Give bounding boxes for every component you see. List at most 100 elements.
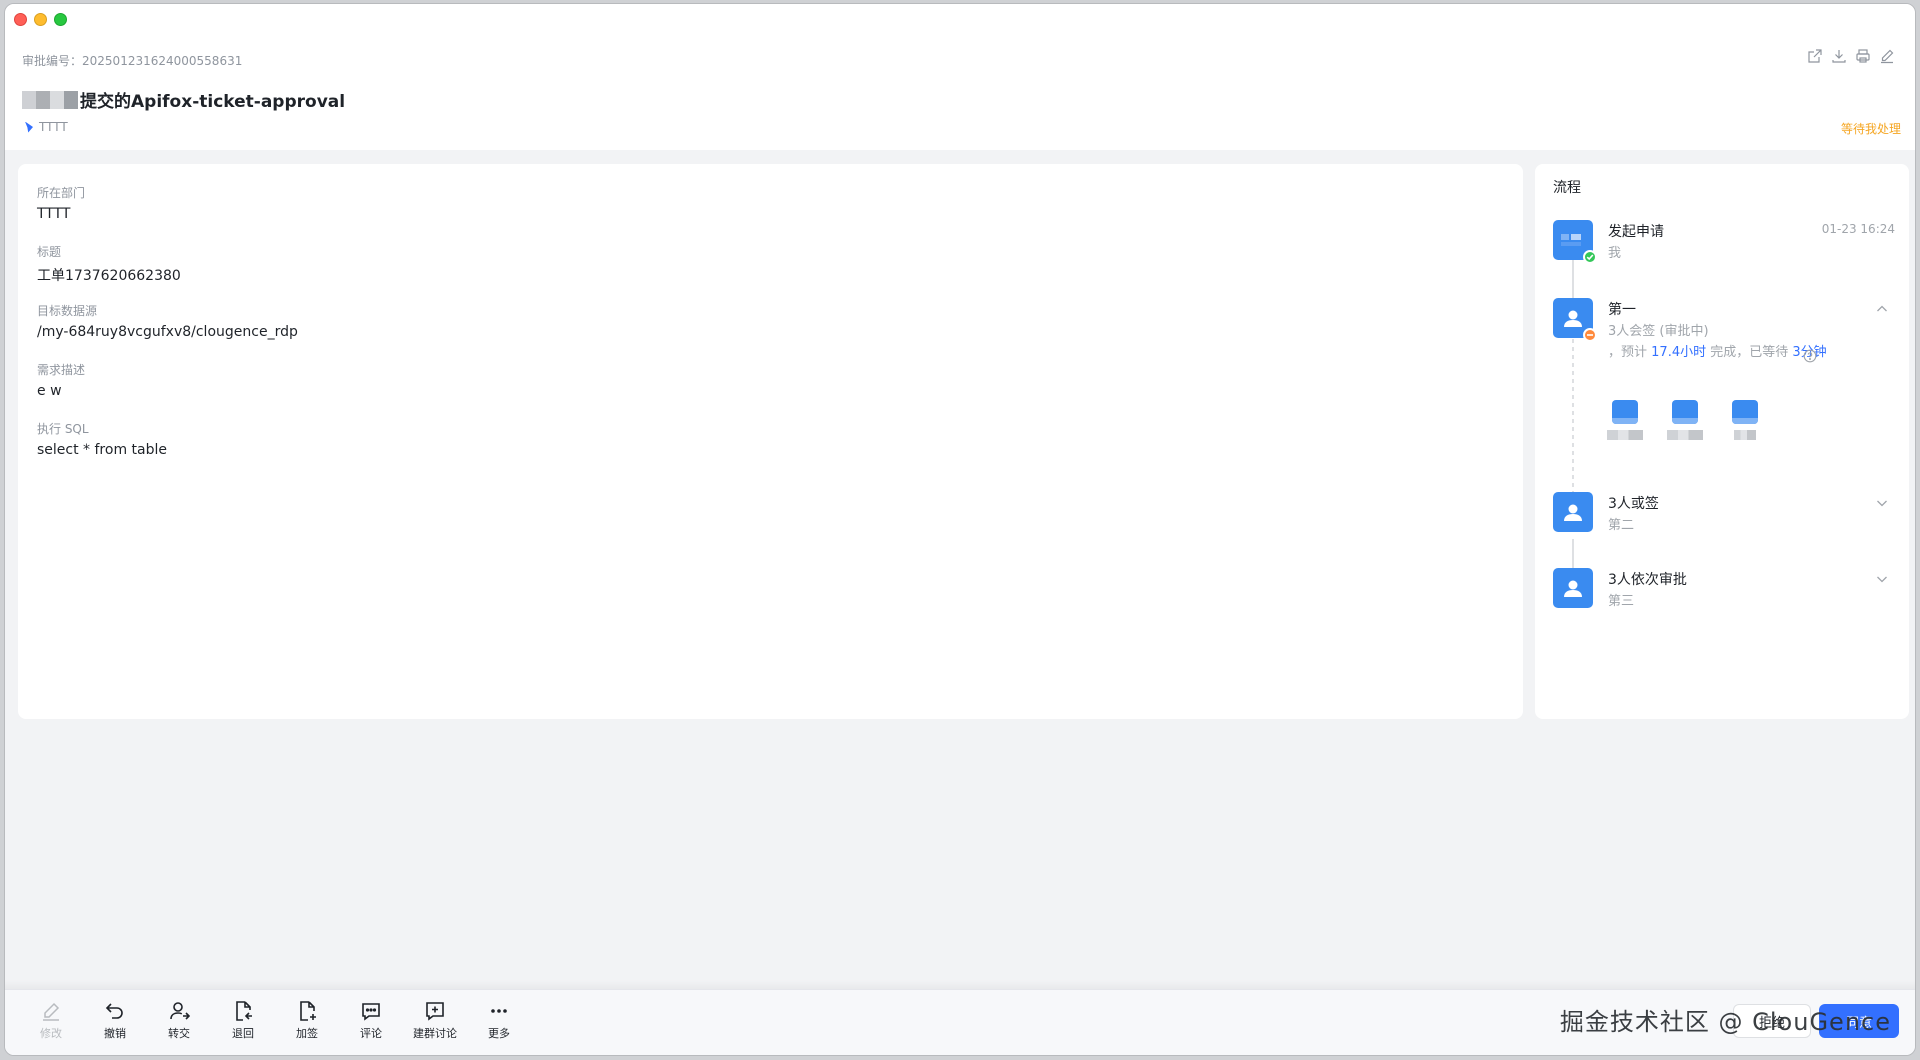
action-label: 退回 — [232, 1027, 254, 1040]
avatar — [1672, 400, 1698, 424]
user-group-icon — [1564, 310, 1582, 327]
field-label: 所在部门 — [37, 186, 86, 200]
flow-node-name: 第一 — [1608, 302, 1636, 318]
approved-badge-icon — [1583, 250, 1597, 264]
field-label: 需求描述 — [37, 363, 86, 377]
user-group-icon — [1564, 580, 1582, 597]
serial-value: 202501231624000558631 — [82, 54, 243, 68]
avatar — [1732, 400, 1758, 424]
avatar — [1612, 400, 1638, 424]
action-label: 建群讨论 — [413, 1027, 457, 1040]
approver-list — [1607, 400, 1762, 440]
field-label: 目标数据源 — [37, 304, 98, 318]
page-title: 提交的Apifox-ticket-approval — [22, 87, 345, 112]
close-window-button[interactable] — [14, 13, 27, 26]
action-label: 撤销 — [104, 1027, 126, 1040]
approval-header: 审批编号：202501231624000558631 提交的Apifox-tic… — [5, 34, 1915, 150]
avatar — [1553, 298, 1597, 342]
flow-node-name: 3人依次审批 — [1608, 572, 1687, 588]
header-toolbar — [1807, 48, 1895, 64]
flow-node-first: 第一 3人会签 (审批中) ，预计 17.4小时 完成，已等待 3分钟 — [1553, 298, 1893, 458]
estimate-middle: 完成，已等待 — [1710, 345, 1789, 360]
flow-node-name: 发起申请 — [1608, 224, 1664, 240]
action-label: 转交 — [168, 1027, 190, 1040]
add-sign-icon — [300, 1001, 316, 1021]
redacted-name — [1667, 430, 1703, 440]
add-sign-button[interactable]: 加签 — [275, 1000, 339, 1041]
avatar — [1553, 220, 1597, 264]
flow-node-sub: 我 — [1608, 246, 1622, 261]
page-title-text: 提交的Apifox-ticket-approval — [80, 92, 346, 112]
field-sql: 执行 SQL select * from table — [37, 420, 167, 458]
form-card: 所在部门 TTTT 标题 工单1737620662380 目标数据源 /my-6… — [18, 164, 1523, 719]
app-window: 审批编号：202501231624000558631 提交的Apifox-tic… — [4, 3, 1916, 1056]
edit-icon[interactable] — [1879, 48, 1895, 64]
avatar — [1553, 568, 1593, 608]
department-icon — [25, 121, 33, 133]
flow-connector — [1572, 539, 1574, 569]
flow-node-time: 01-23 16:24 — [1821, 222, 1895, 236]
field-value: e w — [37, 383, 62, 399]
redacted-name — [22, 90, 78, 109]
field-value: 工单1737620662380 — [37, 268, 181, 284]
print-icon[interactable] — [1855, 48, 1871, 64]
flow-node-sub: 第三 — [1608, 594, 1635, 609]
zoom-window-button[interactable] — [54, 13, 67, 26]
help-circle-icon[interactable] — [1803, 349, 1817, 363]
action-label: 加签 — [296, 1027, 318, 1040]
pending-badge-icon — [1583, 328, 1597, 342]
estimate-prefix: ，预计 — [1608, 345, 1648, 360]
action-label: 更多 — [488, 1027, 510, 1040]
redacted-name — [1734, 430, 1756, 440]
return-icon — [236, 1001, 252, 1021]
flow-title: 流程 — [1553, 180, 1581, 196]
field-value: select * from table — [37, 442, 167, 458]
approver[interactable] — [1728, 400, 1762, 440]
flow-connector — [1572, 260, 1574, 300]
undo-button[interactable]: 撤销 — [83, 1000, 147, 1041]
estimate-text: ，预计 17.4小时 完成，已等待 3分钟 — [1608, 342, 1828, 363]
minimize-window-button[interactable] — [34, 13, 47, 26]
reject-button[interactable]: 拒绝 — [1733, 1004, 1811, 1038]
flow-panel: 流程 发起申请 我 01-23 16:24 第一 3人会签 (审批中) ，预计 … — [1535, 164, 1909, 719]
more-button[interactable]: 更多 — [467, 1000, 531, 1041]
flow-node-name: 3人或签 — [1608, 496, 1659, 512]
field-label: 标题 — [37, 245, 62, 259]
approve-button[interactable]: 同意 — [1819, 1004, 1899, 1038]
share-icon[interactable] — [1807, 48, 1823, 64]
field-label: 执行 SQL — [37, 422, 89, 436]
department-name: TTTT — [39, 120, 68, 134]
edit-button[interactable]: 修改 — [19, 1000, 83, 1041]
more-icon — [491, 1009, 507, 1013]
approver[interactable] — [1667, 400, 1703, 440]
undo-icon — [105, 1003, 123, 1019]
flow-node-sub: 第二 — [1608, 518, 1635, 533]
avatar — [1553, 492, 1593, 532]
transfer-icon — [170, 1002, 190, 1020]
comment-icon — [362, 1003, 380, 1021]
download-icon[interactable] — [1831, 48, 1847, 64]
group-chat-icon — [426, 1002, 444, 1021]
field-target-datasource: 目标数据源 /my-684ruy8vcgufxv8/clougence_rdp — [37, 302, 298, 340]
department-tag: TTTT — [25, 120, 68, 134]
user-group-icon — [1564, 504, 1582, 521]
action-bar: 修改 撤销 转交 退回 加签 评论 建群讨论 更多 拒绝 同意 掘金技术社区 @… — [5, 980, 1915, 1055]
approval-serial: 审批编号：202501231624000558631 — [22, 52, 242, 69]
group-chat-button[interactable]: 建群讨论 — [403, 1000, 467, 1041]
flow-node-sub: 3人会签 (审批中) — [1608, 324, 1709, 339]
chevron-up-icon[interactable] — [1875, 302, 1889, 316]
redacted-name — [1607, 430, 1643, 440]
field-department: 所在部门 TTTT — [37, 184, 85, 222]
serial-label: 审批编号： — [22, 54, 83, 68]
return-button[interactable]: 退回 — [211, 1000, 275, 1041]
estimate-duration: 17.4小时 — [1651, 345, 1707, 360]
title-bar — [5, 4, 1915, 34]
comment-button[interactable]: 评论 — [339, 1000, 403, 1041]
field-value: /my-684ruy8vcgufxv8/clougence_rdp — [37, 324, 298, 340]
approver[interactable] — [1607, 400, 1643, 440]
chevron-down-icon[interactable] — [1875, 496, 1889, 510]
transfer-button[interactable]: 转交 — [147, 1000, 211, 1041]
chevron-down-icon[interactable] — [1875, 572, 1889, 586]
field-value: TTTT — [37, 206, 71, 222]
edit-icon — [43, 1002, 60, 1021]
